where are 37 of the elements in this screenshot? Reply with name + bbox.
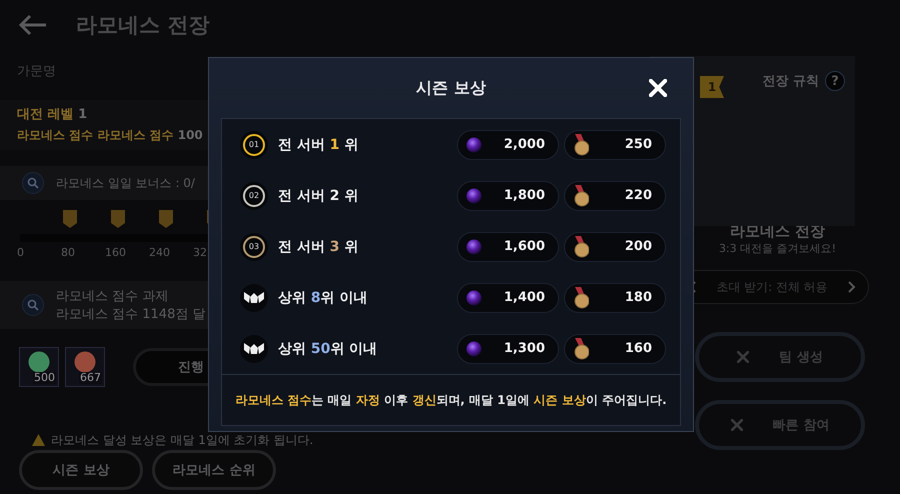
rank-ribbon: 1	[700, 76, 724, 98]
reward-amount: 1,400	[457, 282, 559, 312]
reward-amount: 1,800	[457, 180, 559, 210]
battle-level: 대전 레벨 1	[17, 106, 88, 123]
family-name-label: 가문명	[17, 63, 56, 81]
rank-label: 상위 50위 이내	[278, 340, 378, 358]
reward-amount: 220	[564, 180, 666, 210]
reward-amount: 2,000	[457, 130, 559, 160]
rank-badge: 01	[243, 134, 265, 156]
page-title: 라모네스 전장	[76, 12, 210, 39]
rank-label: 전 서버 2 위	[278, 186, 360, 204]
task-title: 라모네스 점수 과제	[56, 288, 168, 305]
rank-label: 전 서버 3 위	[278, 238, 360, 256]
rank-label: 상위 8위 이내	[278, 288, 368, 306]
tick-label: 0	[17, 246, 25, 259]
score-text: 라모네스 점수 라모네스 점수 100	[17, 127, 203, 144]
dialog-title: 시즌 보상	[416, 78, 486, 98]
reward-amount: 160	[564, 334, 666, 364]
battlefield-subtitle: 3:3 대전을 즐겨보세요!	[718, 241, 836, 256]
reward-amount: 180	[564, 282, 666, 312]
rank-badge: 03	[243, 236, 265, 258]
reward-amount: 1,600	[457, 232, 559, 262]
item-count: 667	[79, 372, 102, 384]
daily-bonus-text: 라모네스 일일 보너스 : 0/	[56, 174, 195, 192]
item-count: 500	[33, 372, 56, 384]
tick-label: 240	[149, 246, 171, 259]
task-description: 라모네스 점수 1148점 달	[56, 306, 206, 323]
rank-badge: 02	[243, 184, 265, 206]
tick-label: 80	[61, 246, 76, 259]
reward-amount: 1,300	[457, 334, 559, 364]
warning-text: 라모네스 달성 보상은 매달 1일에 초기화 됩니다.	[51, 432, 314, 448]
reward-amount: 200	[564, 232, 666, 262]
tick-label: 32	[193, 246, 208, 259]
tick-label: 160	[105, 246, 127, 259]
notice-text: 라모네스 점수는 매일 자정 이후 갱신되며, 매달 1일에 시즌 보상이 주어집니다.	[235, 392, 667, 408]
reward-amount: 250	[564, 130, 666, 160]
rank-label: 전 서버 1 위	[278, 136, 360, 154]
